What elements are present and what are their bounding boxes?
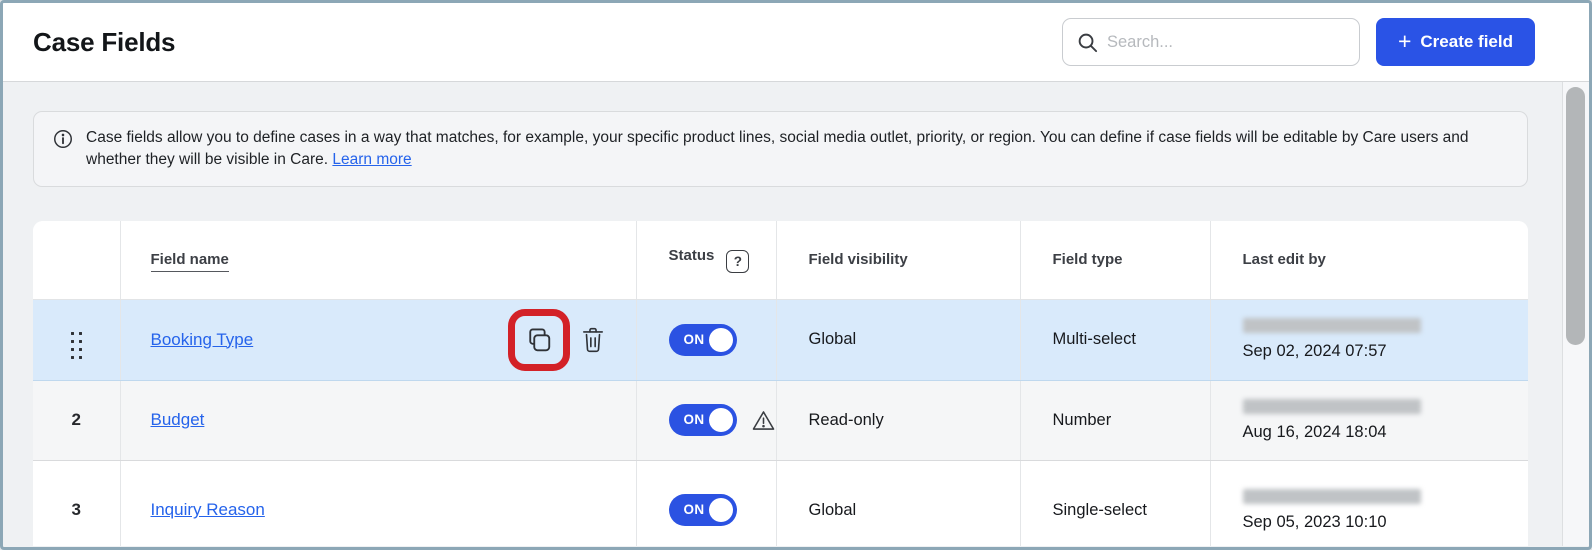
header-field-visibility: Field visibility — [776, 221, 1020, 299]
last-edit-date: Aug 16, 2024 18:04 — [1243, 423, 1529, 442]
header-number — [33, 221, 120, 299]
status-cell: ON — [636, 460, 776, 546]
delete-button[interactable] — [580, 325, 606, 354]
field-name-cell: Budget — [120, 380, 636, 460]
row-actions — [508, 309, 606, 371]
visibility-cell: Global — [776, 299, 1020, 380]
field-type-cell: Number — [1020, 380, 1210, 460]
redacted-editor-name — [1243, 318, 1421, 333]
last-edit-date: Sep 02, 2024 07:57 — [1243, 342, 1529, 361]
field-link[interactable]: Booking Type — [151, 330, 254, 350]
create-field-button[interactable]: + Create field — [1376, 18, 1535, 66]
toggle-on-label: ON — [684, 412, 705, 427]
field-name-cell: Inquiry Reason — [120, 460, 636, 546]
app-window: Case Fields + Create field — [0, 0, 1592, 550]
status-toggle[interactable]: ON — [669, 324, 737, 356]
table-row: 2 Budget ON — [33, 380, 1528, 460]
toggle-on-label: ON — [684, 502, 705, 517]
vertical-scrollbar-track[interactable] — [1562, 82, 1589, 546]
last-edit-cell: Sep 02, 2024 07:57 — [1210, 299, 1528, 380]
header-field-name[interactable]: Field name — [120, 221, 636, 299]
header-last-edit-by: Last edit by — [1210, 221, 1528, 299]
header-status: Status? — [636, 221, 776, 299]
redacted-editor-name — [1243, 399, 1421, 414]
last-edit-date: Sep 05, 2023 10:10 — [1243, 513, 1529, 532]
visibility-cell: Global — [776, 460, 1020, 546]
field-link[interactable]: Inquiry Reason — [151, 500, 265, 519]
row-number: 3 — [33, 460, 120, 546]
vertical-scrollbar-thumb[interactable] — [1566, 87, 1585, 345]
search-icon — [1076, 31, 1099, 59]
search-input[interactable] — [1062, 18, 1360, 66]
header-field-type: Field type — [1020, 221, 1210, 299]
field-type-cell: Single-select — [1020, 460, 1210, 546]
table-row: 3 Inquiry Reason ON G — [33, 460, 1528, 546]
row-drag-cell — [33, 299, 120, 380]
search-box — [1062, 18, 1360, 66]
drag-handle-icon[interactable] — [71, 332, 83, 360]
table-row: Booking Type — [33, 299, 1528, 380]
toggle-knob — [709, 408, 733, 432]
status-toggle[interactable]: ON — [669, 404, 737, 436]
top-bar: Case Fields + Create field — [3, 3, 1589, 82]
row-number: 2 — [33, 380, 120, 460]
trash-icon — [580, 325, 606, 354]
field-name-sort-label[interactable]: Field name — [151, 251, 229, 272]
info-banner: Case fields allow you to define cases in… — [33, 111, 1528, 187]
toggle-knob — [709, 498, 733, 522]
status-label: Status — [669, 247, 715, 264]
field-name-cell: Booking Type — [120, 299, 636, 380]
status-cell: ON — [636, 380, 776, 460]
table-header-row: Field name Status? Field visibility Fiel… — [33, 221, 1528, 299]
field-link[interactable]: Budget — [151, 410, 205, 429]
learn-more-link[interactable]: Learn more — [332, 151, 411, 168]
plus-icon: + — [1398, 30, 1411, 53]
status-toggle[interactable]: ON — [669, 494, 737, 526]
last-edit-cell: Sep 05, 2023 10:10 — [1210, 460, 1528, 546]
content-area: Case fields allow you to define cases in… — [3, 82, 1589, 546]
status-cell: ON — [636, 299, 776, 380]
page-title: Case Fields — [33, 27, 175, 58]
toggle-on-label: ON — [684, 332, 705, 347]
warning-icon[interactable] — [751, 408, 776, 433]
copy-icon — [524, 325, 554, 355]
create-field-label: Create field — [1420, 32, 1513, 52]
redacted-editor-name — [1243, 489, 1421, 504]
status-help-icon[interactable]: ? — [726, 250, 749, 273]
annotation-highlight — [508, 309, 570, 371]
banner-description: Case fields allow you to define cases in… — [86, 129, 1469, 168]
last-edit-cell: Aug 16, 2024 18:04 — [1210, 380, 1528, 460]
case-fields-table: Field name Status? Field visibility Fiel… — [33, 221, 1528, 546]
field-type-cell: Multi-select — [1020, 299, 1210, 380]
toggle-knob — [709, 328, 733, 352]
banner-text: Case fields allow you to define cases in… — [86, 127, 1501, 171]
copy-button[interactable] — [524, 325, 554, 355]
visibility-cell: Read-only — [776, 380, 1020, 460]
info-icon — [52, 128, 74, 155]
